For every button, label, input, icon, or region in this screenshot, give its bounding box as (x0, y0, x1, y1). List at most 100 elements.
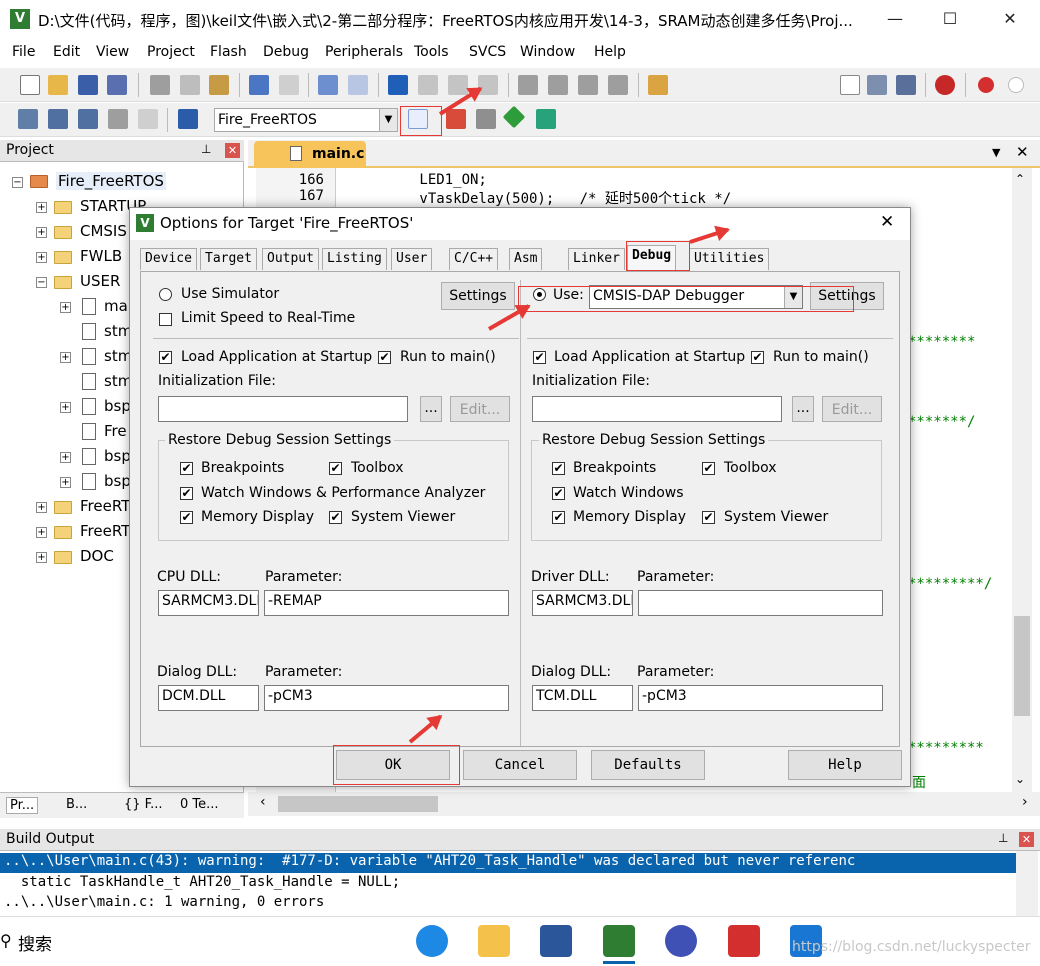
search-icon[interactable]: ⚲ (0, 931, 12, 950)
cpu-param-input[interactable]: -REMAP (264, 590, 509, 616)
tree-root[interactable]: Fire_FreeRTOS (56, 172, 166, 190)
breakpoints-checkbox[interactable]: ✔ (180, 462, 193, 475)
tree-item-bsp-2[interactable]: bsp (104, 447, 131, 465)
close-panel-icon[interactable]: ✕ (1019, 832, 1034, 847)
redo-icon[interactable] (279, 75, 299, 95)
tab-output[interactable]: Output (262, 248, 319, 270)
expand-icon[interactable]: + (36, 527, 47, 538)
build-output-text[interactable]: ..\..\User\main.c(43): warning: #177-D: … (0, 851, 1040, 917)
menu-edit[interactable]: Edit (53, 44, 80, 60)
run-main-checkbox-right[interactable]: ✔ (751, 351, 764, 364)
tab-user[interactable]: User (391, 248, 433, 270)
copy-icon[interactable] (180, 75, 200, 95)
next-bookmark-icon[interactable] (448, 75, 468, 95)
build-scrollbar[interactable] (1016, 851, 1038, 917)
tab-books[interactable]: B... (66, 797, 87, 812)
tree-item-freertos-2[interactable]: FreeRT (80, 522, 130, 540)
tab-functions[interactable]: {} F... (124, 797, 162, 812)
stop-build-icon[interactable] (138, 109, 158, 129)
app-icon[interactable] (728, 925, 760, 957)
use-simulator-radio[interactable] (159, 288, 172, 301)
driver-dll-input[interactable]: SARMCM3.DLL (532, 590, 633, 616)
tree-item-freertos-1[interactable]: FreeRT (80, 497, 130, 515)
run-main-checkbox[interactable]: ✔ (378, 351, 391, 364)
dialog-dll-input-right[interactable]: TCM.DLL (532, 685, 633, 711)
expand-icon[interactable]: + (60, 302, 71, 313)
build-icon[interactable] (48, 109, 68, 129)
expand-icon[interactable]: + (36, 202, 47, 213)
menu-project[interactable]: Project (147, 44, 195, 60)
batch-build-icon[interactable] (108, 109, 128, 129)
expand-icon[interactable]: + (60, 352, 71, 363)
menu-svcs[interactable]: SVCS (469, 44, 506, 60)
tree-item-fwlb[interactable]: FWLB (80, 247, 122, 265)
keil-taskbar-icon[interactable] (603, 925, 635, 957)
init-file-input[interactable] (158, 396, 408, 422)
incremental-find-icon[interactable] (896, 75, 916, 95)
close-tab-icon[interactable]: ✕ (1016, 143, 1029, 161)
taskbar-search[interactable]: 搜索 (18, 930, 52, 955)
simulator-settings-button[interactable]: Settings (441, 282, 515, 310)
file-explorer-icon[interactable] (478, 925, 510, 957)
nav-back-icon[interactable] (318, 75, 338, 95)
tab-templates[interactable]: 0 Te... (180, 797, 219, 812)
tab-device[interactable]: Device (140, 248, 197, 270)
tree-item-bsp-3[interactable]: bsp (104, 472, 131, 490)
tab-main-c[interactable]: main.c (254, 141, 366, 168)
memory-display-checkbox-right[interactable]: ✔ (552, 511, 565, 524)
uncomment-icon[interactable] (608, 75, 628, 95)
tab-utilities[interactable]: Utilities (689, 248, 770, 270)
tree-item-fre[interactable]: Fre (104, 422, 127, 440)
unindent-icon[interactable] (548, 75, 568, 95)
save-all-icon[interactable] (107, 75, 127, 95)
close-panel-icon[interactable]: ✕ (225, 143, 240, 158)
menu-debug[interactable]: Debug (263, 44, 309, 60)
tab-asm[interactable]: Asm (509, 248, 543, 270)
tree-item-bsp-1[interactable]: bsp (104, 397, 131, 415)
new-file-icon[interactable] (20, 75, 40, 95)
defaults-button[interactable]: Defaults (591, 750, 705, 780)
tab-linker[interactable]: Linker (568, 248, 625, 270)
expand-icon[interactable]: + (36, 252, 47, 263)
expand-icon[interactable]: + (60, 452, 71, 463)
find-in-files-icon[interactable] (648, 75, 668, 95)
debug-session-icon[interactable] (935, 75, 955, 95)
prev-bookmark-icon[interactable] (418, 75, 438, 95)
menu-flash[interactable]: Flash (210, 44, 247, 60)
bookmark-icon[interactable] (388, 75, 408, 95)
pin-icon[interactable]: ⊥ (998, 831, 1008, 845)
browser-icon[interactable] (665, 925, 697, 957)
memory-display-checkbox[interactable]: ✔ (180, 511, 193, 524)
system-viewer-checkbox-right[interactable]: ✔ (702, 511, 715, 524)
toolbox-checkbox[interactable]: ✔ (329, 462, 342, 475)
expand-icon[interactable]: + (36, 227, 47, 238)
tab-listing[interactable]: Listing (322, 248, 387, 270)
expand-icon[interactable]: + (36, 552, 47, 563)
init-file-edit-button-right[interactable]: Edit... (822, 396, 882, 422)
chevron-down-icon[interactable]: ▼ (379, 109, 397, 131)
paste-icon[interactable] (209, 75, 229, 95)
scroll-thumb[interactable] (1014, 616, 1030, 716)
expand-icon[interactable]: + (60, 477, 71, 488)
menu-tools[interactable]: Tools (414, 44, 449, 60)
system-viewer-checkbox[interactable]: ✔ (329, 511, 342, 524)
menu-window[interactable]: Window (520, 44, 575, 60)
menu-file[interactable]: File (12, 44, 35, 60)
dialog-param-input-right[interactable]: -pCM3 (638, 685, 883, 711)
cancel-button[interactable]: Cancel (463, 750, 577, 780)
menu-peripherals[interactable]: Peripherals (325, 44, 403, 60)
pack-installer-icon[interactable] (502, 105, 526, 129)
edge-icon[interactable] (416, 925, 448, 957)
cut-icon[interactable] (150, 75, 170, 95)
collapse-icon[interactable]: − (36, 277, 47, 288)
expand-icon[interactable]: + (60, 402, 71, 413)
word-icon[interactable] (540, 925, 572, 957)
translate-icon[interactable] (18, 109, 38, 129)
toolbox-checkbox-right[interactable]: ✔ (702, 462, 715, 475)
menu-help[interactable]: Help (594, 44, 626, 60)
breakpoint-icon[interactable] (978, 77, 994, 93)
load-app-checkbox[interactable]: ✔ (159, 351, 172, 364)
cpu-dll-input[interactable]: SARMCM3.DLL (158, 590, 259, 616)
menu-view[interactable]: View (96, 44, 129, 60)
load-app-checkbox-right[interactable]: ✔ (533, 351, 546, 364)
